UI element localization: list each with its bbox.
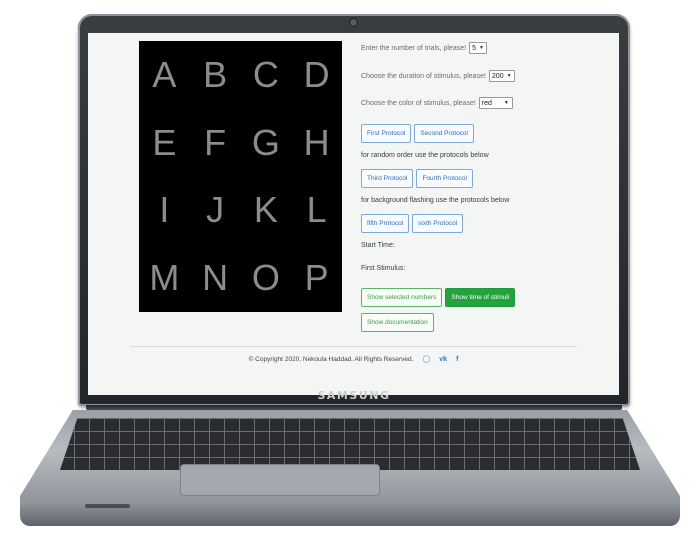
github-icon[interactable]: ◯ [422,355,430,363]
random-order-note: for random order use the protocols below [361,152,489,159]
start-time-label: Start Time: [361,242,395,249]
fourth-protocol-button[interactable]: Fourth Protocol [416,169,473,188]
show-selected-numbers-button[interactable]: Show selected numbers [361,288,443,307]
protocol-row-1: First Protocol Second Protocol [361,124,477,143]
footer: © Copyright 2020, Nekoula Haddad. All Ri… [88,353,619,365]
duration-select[interactable]: 200 ▼ [488,70,515,82]
chevron-down-icon: ▼ [506,73,512,79]
chevron-down-icon: ▼ [478,45,484,51]
chevron-down-icon: ▼ [503,100,509,106]
grid-cell: I [159,189,170,231]
duration-label: Choose the duration of stimulus, please! [361,72,486,80]
duration-row: Choose the duration of stimulus, please!… [361,70,515,82]
grid-cell: P [304,257,329,299]
footer-divider [130,346,577,347]
color-select[interactable]: red ▼ [478,97,513,109]
color-value: red [481,99,492,107]
grid-cell: O [251,257,280,299]
copyright-text: © Copyright 2020, Nekoula Haddad. All Ri… [248,355,414,363]
grid-cell: E [152,121,177,163]
laptop-lid: A B C D E F G H I J K L M N O P Enter th… [78,14,630,406]
keyboard [60,418,640,470]
background-flashing-note: for background flashing use the protocol… [361,197,510,204]
grid-cell: L [306,189,327,231]
trials-select[interactable]: 5 ▼ [469,42,487,54]
front-slot [85,504,130,508]
duration-value: 200 [491,72,504,80]
trials-label: Enter the number of trials, please! [361,44,467,52]
grid-cell: A [152,53,177,95]
color-row: Choose the color of stimulus, please! re… [361,97,513,109]
trials-row: Enter the number of trials, please! 5 ▼ [361,42,487,54]
facebook-icon[interactable]: f [456,356,458,363]
show-documentation-button[interactable]: Show documentation [361,313,434,332]
grid-cell: C [252,53,279,95]
grid-cell: F [204,121,227,163]
protocol-row-3: fifth Protocol sixth Protocol [361,214,466,233]
letter-grid: A B C D E F G H I J K L M N O P [139,41,342,312]
trials-value: 5 [472,44,476,52]
color-label: Choose the color of stimulus, please! [361,99,476,107]
sixth-protocol-button[interactable]: sixth Protocol [412,214,464,233]
results-row: Show selected numbers Show time of stimu… [361,288,518,307]
touchpad [180,464,380,496]
vk-icon[interactable]: vk [439,356,447,363]
grid-cell: M [149,257,180,299]
grid-cell: B [203,53,228,95]
third-protocol-button[interactable]: Third Protocol [361,169,414,188]
grid-cell: H [303,121,330,163]
brand-bar: SAMSUNG [78,384,630,406]
second-protocol-button[interactable]: Second Protocol [414,124,474,143]
protocol-row-2: Third Protocol Fourth Protocol [361,169,476,188]
grid-cell: D [303,53,330,95]
grid-cell: N [202,257,229,299]
first-stimulus-label: First Stimulus: [361,265,406,272]
webcam [350,19,357,26]
brand-logo: SAMSUNG [317,388,391,402]
grid-cell: K [253,189,278,231]
show-time-of-stimuli-button[interactable]: Show time of stimuli [445,288,516,307]
documentation-row: Show documentation [361,313,437,332]
first-protocol-button[interactable]: First Protocol [361,124,412,143]
grid-cell: G [251,121,280,163]
grid-cell: J [206,189,225,231]
screen: A B C D E F G H I J K L M N O P Enter th… [88,33,619,395]
fifth-protocol-button[interactable]: fifth Protocol [361,214,410,233]
